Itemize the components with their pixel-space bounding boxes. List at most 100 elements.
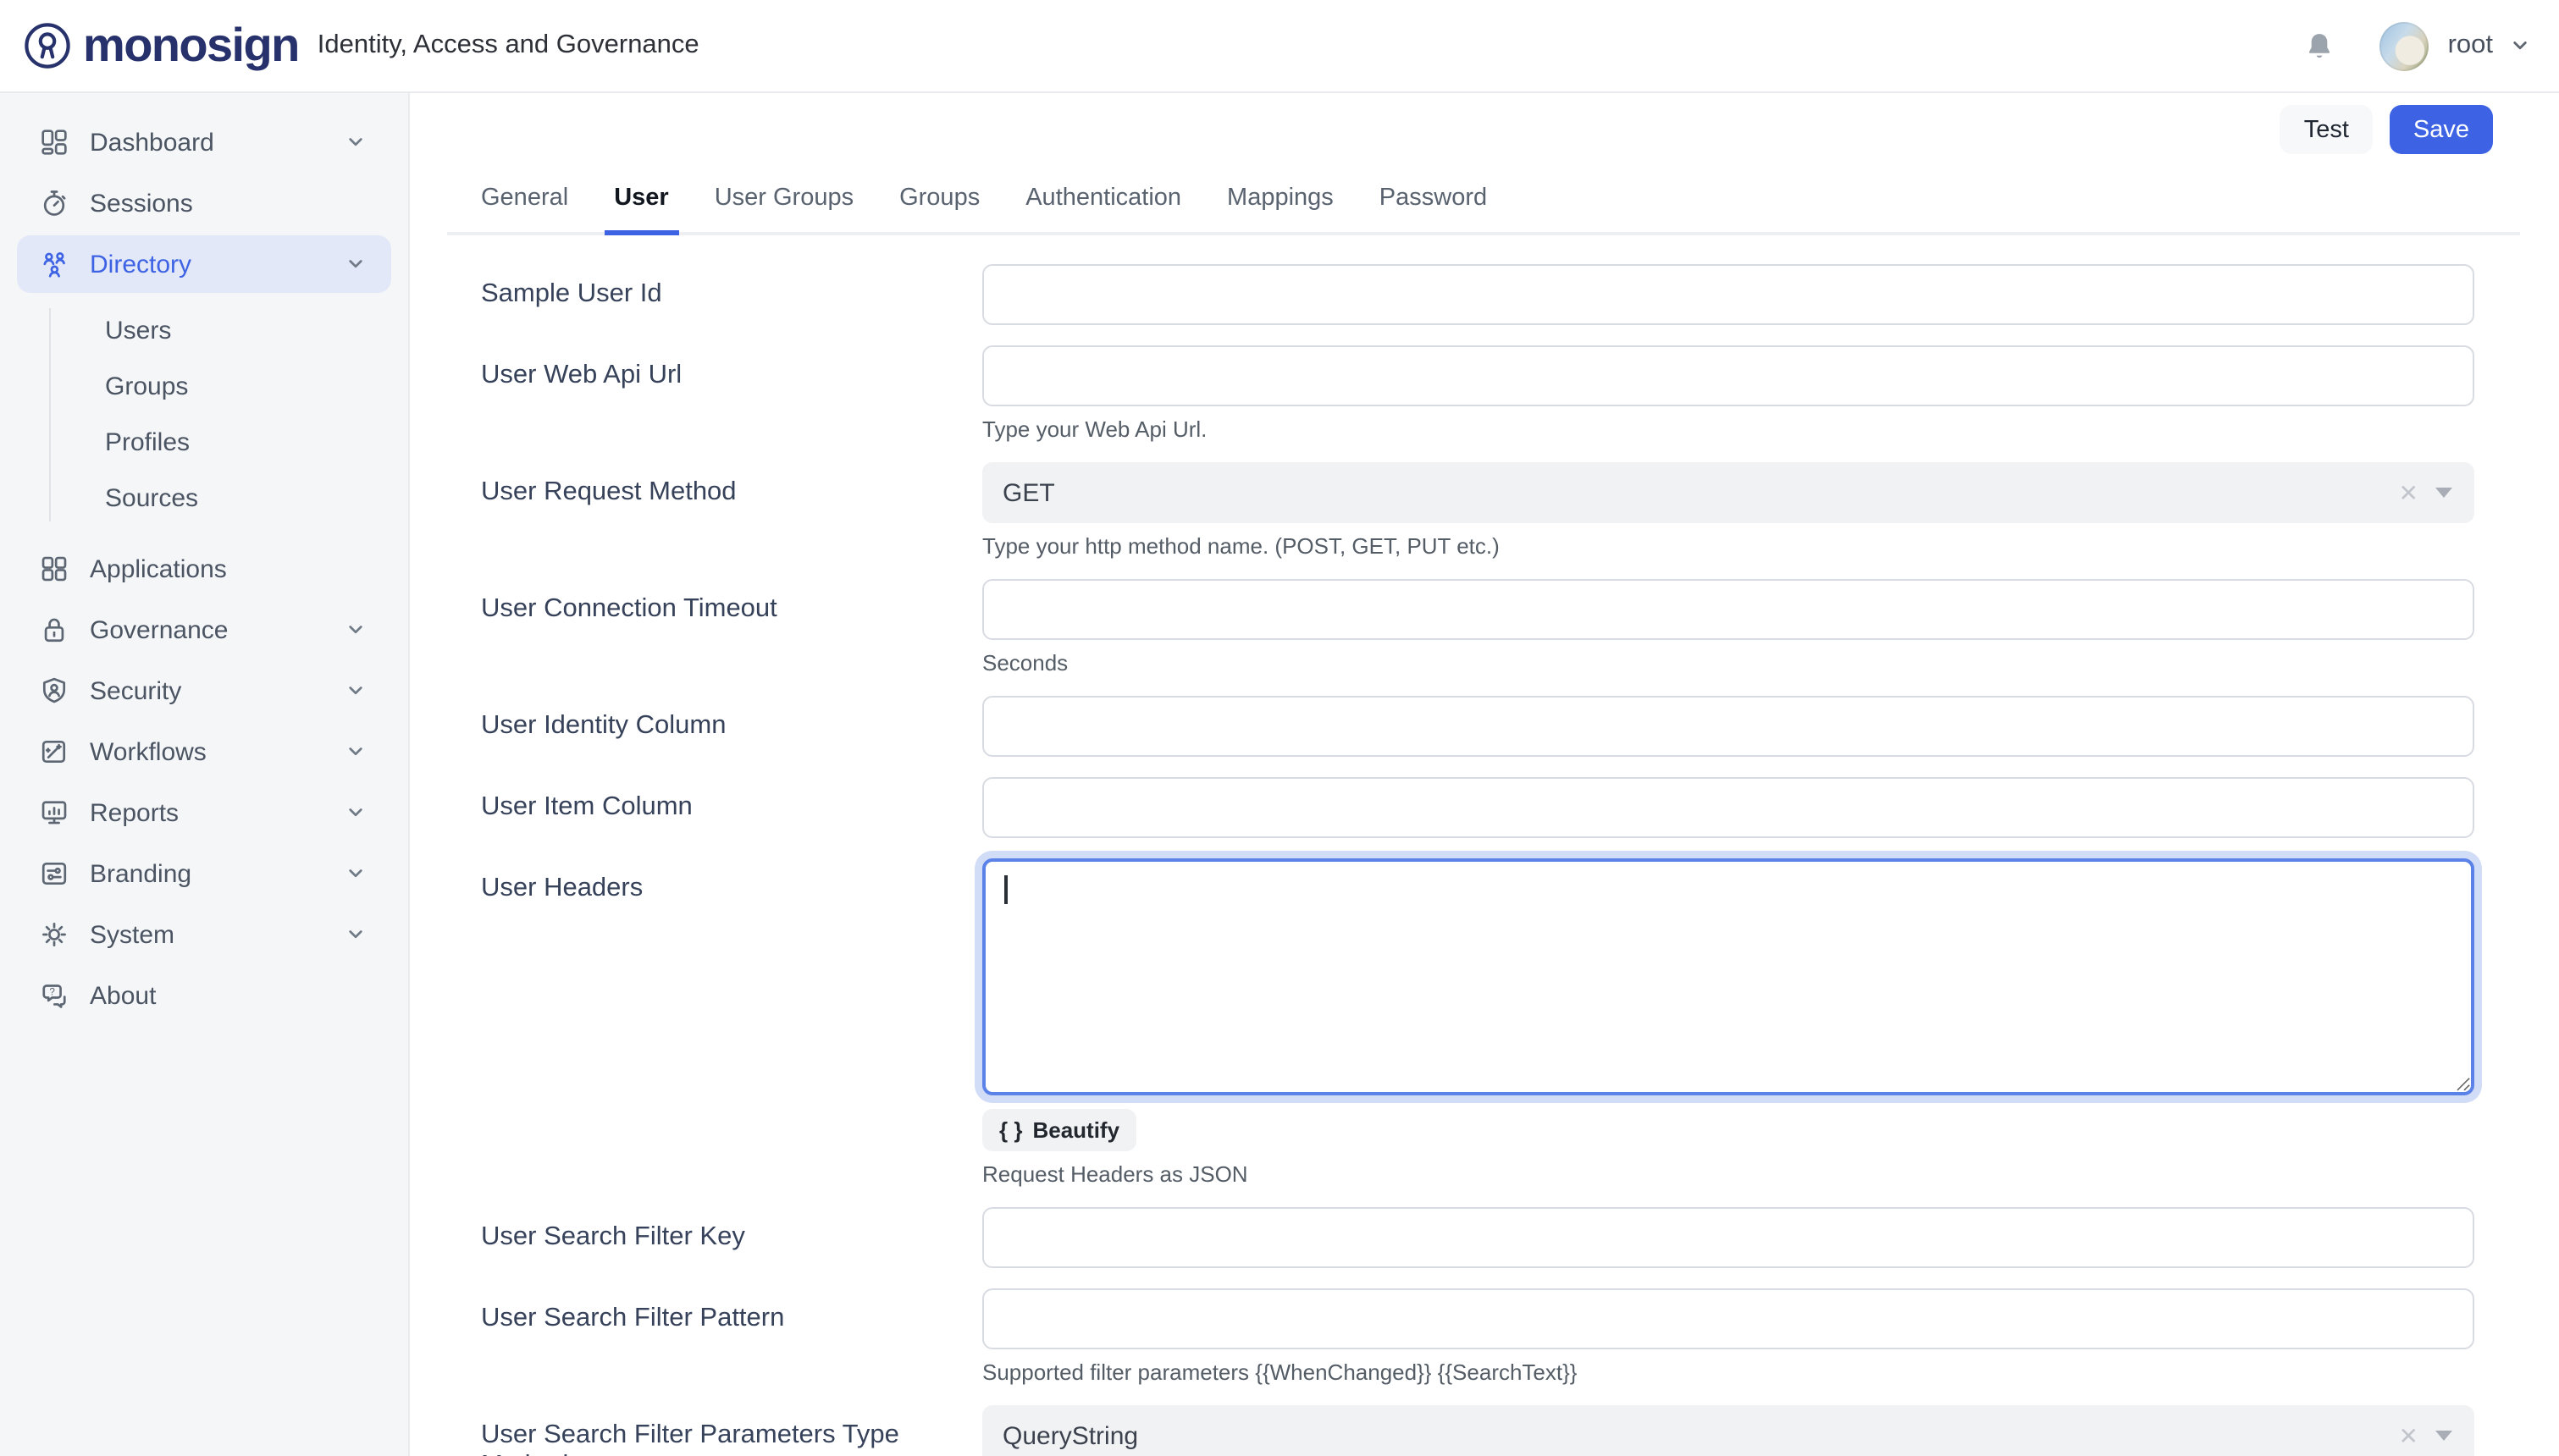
top-bar-right: root	[2304, 21, 2532, 70]
field-label-user-request-method: User Request Method	[481, 462, 982, 559]
tab-authentication[interactable]: Authentication	[1025, 178, 1181, 232]
field-label-user-search-filter-pattern: User Search Filter Pattern	[481, 1288, 982, 1385]
sessions-icon	[39, 188, 69, 218]
sidebar-item-directory[interactable]: Directory	[17, 235, 391, 293]
user-request-method-select[interactable]: GET✕	[982, 462, 2474, 523]
reports-icon	[39, 797, 69, 828]
field-label-user-search-filter-key: User Search Filter Key	[481, 1207, 982, 1268]
chevron-down-icon	[344, 923, 368, 946]
settings-form: Sample User IdUser Web Api UrlType your …	[481, 264, 2520, 1456]
username-label: root	[2448, 30, 2493, 61]
notifications-bell-icon[interactable]	[2304, 30, 2336, 62]
sidebar-item-label: Reports	[90, 798, 179, 827]
sidebar-item-dashboard[interactable]: Dashboard	[17, 113, 391, 171]
field-control-user-item-column	[982, 777, 2474, 838]
sidebar-nav: Dashboard Sessions Directory UsersGroupsPro…	[0, 113, 408, 1024]
tab-groups[interactable]: Groups	[899, 178, 980, 232]
tab-mappings[interactable]: Mappings	[1227, 178, 1334, 232]
sidebar: Dashboard Sessions Directory UsersGroupsPro…	[0, 91, 410, 1456]
user-search-filter-key-input[interactable]	[982, 1207, 2474, 1268]
user-web-api-url-input[interactable]	[982, 345, 2474, 406]
chevron-down-icon	[344, 740, 368, 764]
dashboard-icon	[39, 127, 69, 157]
user-item-column-input[interactable]	[982, 777, 2474, 838]
selected-value: QueryString	[1003, 1421, 1138, 1450]
field-control-user-identity-column	[982, 696, 2474, 757]
braces-icon: { }	[999, 1117, 1022, 1143]
sample-user-id-input[interactable]	[982, 264, 2474, 325]
field-control-user-web-api-url: Type your Web Api Url.	[982, 345, 2474, 442]
form-row-user-connection-timeout: User Connection TimeoutSeconds	[481, 579, 2520, 676]
sidebar-item-system[interactable]: System	[17, 906, 391, 963]
user-identity-column-input[interactable]	[982, 696, 2474, 757]
field-control-user-connection-timeout: Seconds	[982, 579, 2474, 676]
workflows-icon	[39, 736, 69, 767]
sidebar-subitem-sources[interactable]: Sources	[0, 472, 408, 525]
sidebar-subitem-profiles[interactable]: Profiles	[0, 416, 408, 469]
field-label-user-search-filter-parameters-type-method: User Search Filter Parameters Type Metho…	[481, 1405, 982, 1456]
about-icon: ?	[39, 980, 69, 1011]
brand-name: monosign	[83, 19, 299, 73]
field-label-user-item-column: User Item Column	[481, 777, 982, 838]
sidebar-item-security[interactable]: Security	[17, 662, 391, 720]
chevron-down-icon	[344, 130, 368, 154]
chevron-down-icon	[344, 801, 368, 825]
user-menu-chevron-down-icon[interactable]	[2508, 34, 2532, 58]
top-bar: monosign Identity, Access and Governance…	[0, 0, 2559, 93]
chevron-down-icon	[344, 862, 368, 885]
sidebar-item-label: Sessions	[90, 189, 193, 218]
form-row-user-search-filter-pattern: User Search Filter PatternSupported filt…	[481, 1288, 2520, 1385]
svg-text:?: ?	[49, 987, 55, 998]
sidebar-subitem-users[interactable]: Users	[0, 305, 408, 357]
tab-password[interactable]: Password	[1379, 178, 1487, 232]
branding-icon	[39, 858, 69, 889]
user-search-filter-pattern-input[interactable]	[982, 1288, 2474, 1349]
form-row-sample-user-id: Sample User Id	[481, 264, 2520, 325]
monosign-logo-icon	[24, 22, 71, 69]
field-control-user-search-filter-key	[982, 1207, 2474, 1268]
sidebar-item-label: Applications	[90, 554, 227, 583]
sidebar-item-about[interactable]: ?About	[17, 967, 391, 1024]
user-search-filter-parameters-type-method-select[interactable]: QueryString ✕	[982, 1405, 2474, 1456]
field-control-user-headers: { } Beautify Request Headers as JSON	[982, 858, 2474, 1187]
beautify-button[interactable]: { } Beautify	[982, 1109, 1136, 1151]
sidebar-item-workflows[interactable]: Workflows	[17, 723, 391, 780]
sidebar-subnav-directory: UsersGroupsProfilesSources	[0, 305, 408, 525]
sidebar-item-governance[interactable]: Governance	[17, 601, 391, 659]
user-headers-textarea[interactable]	[982, 858, 2474, 1095]
sidebar-item-label: Dashboard	[90, 128, 214, 157]
caret-down-icon[interactable]	[2435, 488, 2452, 498]
system-icon	[39, 919, 69, 950]
tab-user[interactable]: User	[614, 178, 669, 232]
sidebar-item-sessions[interactable]: Sessions	[17, 174, 391, 232]
sidebar-item-reports[interactable]: Reports	[17, 784, 391, 841]
save-button[interactable]: Save	[2390, 105, 2493, 154]
field-label-sample-user-id: Sample User Id	[481, 264, 982, 325]
caret-down-icon[interactable]	[2435, 1431, 2452, 1441]
field-hint-user-web-api-url: Type your Web Api Url.	[982, 416, 2474, 442]
text-cursor	[1004, 875, 1007, 904]
user-connection-timeout-input[interactable]	[982, 579, 2474, 640]
security-icon	[39, 676, 69, 706]
chevron-down-icon	[344, 618, 368, 642]
sidebar-item-label: Branding	[90, 859, 191, 888]
applications-icon	[39, 554, 69, 584]
textarea-wrap	[982, 858, 2474, 1095]
sidebar-item-label: Directory	[90, 250, 191, 279]
sidebar-subitem-groups[interactable]: Groups	[0, 361, 408, 413]
clear-selection-icon[interactable]: ✕	[2399, 481, 2418, 505]
beautify-label: Beautify	[1032, 1117, 1119, 1143]
sidebar-item-branding[interactable]: Branding	[17, 845, 391, 902]
brand-tagline: Identity, Access and Governance	[318, 30, 699, 61]
field-control-sample-user-id	[982, 264, 2474, 325]
field-hint-user-headers: Request Headers as JSON	[982, 1161, 2474, 1187]
test-button[interactable]: Test	[2280, 105, 2373, 154]
tab-user-groups[interactable]: User Groups	[715, 178, 854, 232]
sidebar-item-applications[interactable]: Applications	[17, 540, 391, 598]
chevron-down-icon	[344, 679, 368, 703]
field-control-user-search-filter-parameters-type-method: QueryString ✕	[982, 1405, 2474, 1456]
tab-bar: General User User Groups Groups Authenticati…	[447, 178, 2520, 235]
user-avatar[interactable]	[2380, 21, 2429, 70]
tab-general[interactable]: General	[481, 178, 568, 232]
clear-selection-icon[interactable]: ✕	[2399, 1424, 2418, 1448]
